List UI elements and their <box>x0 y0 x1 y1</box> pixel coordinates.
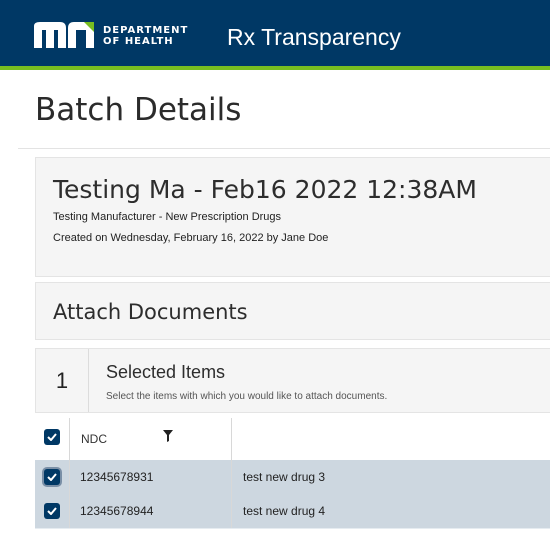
app-header: DEPARTMENT OF HEALTH Rx Transparency <box>0 0 550 70</box>
ndc-value: 12345678944 <box>80 504 154 518</box>
selected-items-title: Selected Items <box>106 362 226 382</box>
mn-logo-icon <box>34 22 94 48</box>
header-check-cell <box>35 418 70 460</box>
batch-created: Created on Wednesday, February 16, 2022 … <box>53 232 329 244</box>
app-title[interactable]: Rx Transparency <box>227 24 401 51</box>
table-row[interactable]: 12345678944 test new drug 4 <box>35 494 550 529</box>
checkmark-icon <box>47 473 57 481</box>
row-checkbox[interactable] <box>44 503 60 519</box>
column-header-name[interactable] <box>232 418 550 460</box>
selected-count: 1 <box>36 349 89 412</box>
checkmark-icon <box>47 433 57 441</box>
row-checkbox[interactable] <box>44 469 60 485</box>
checkmark-icon <box>47 507 57 515</box>
filter-icon[interactable] <box>163 430 173 442</box>
drug-name: test new drug 4 <box>243 504 326 518</box>
drug-name: test new drug 3 <box>243 470 326 484</box>
selected-items-subtitle: Select the items with which you would li… <box>106 391 388 402</box>
table-row[interactable]: 12345678931 test new drug 3 <box>35 460 550 495</box>
divider <box>18 148 550 149</box>
batch-name: Testing Ma - Feb16 2022 12:38AM <box>53 175 477 204</box>
row-check-cell <box>35 460 70 494</box>
batch-subtitle: Testing Manufacturer - New Prescription … <box>53 211 282 223</box>
selected-items-panel: 1 Selected Items Select the items with w… <box>35 348 550 413</box>
logo-text: DEPARTMENT OF HEALTH <box>103 25 188 47</box>
select-all-checkbox[interactable] <box>44 429 60 445</box>
attach-documents-title: Attach Documents <box>53 300 248 324</box>
row-check-cell <box>35 494 70 528</box>
attach-documents-card: Attach Documents <box>35 282 550 340</box>
logo-text-line1: DEPARTMENT <box>103 25 189 36</box>
column-header-ndc-label: NDC <box>81 432 107 446</box>
batch-summary-card: Testing Ma - Feb16 2022 12:38AM Testing … <box>35 157 550 277</box>
ndc-value: 12345678931 <box>80 470 154 484</box>
table-header: NDC <box>35 418 550 461</box>
page-title: Batch Details <box>35 92 242 128</box>
logo-text-line2: OF HEALTH <box>103 36 174 47</box>
